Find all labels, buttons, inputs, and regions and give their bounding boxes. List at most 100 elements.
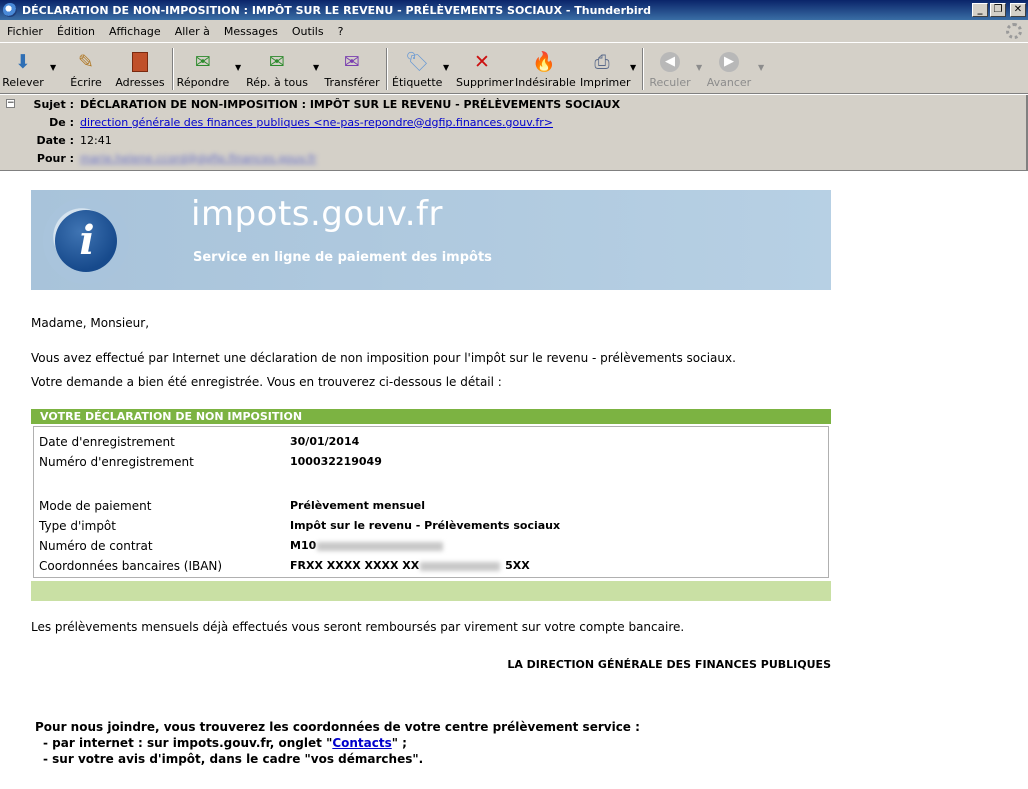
get-mail-button[interactable]: ⬇ Relever	[2, 43, 44, 93]
menu-aller[interactable]: Aller à	[168, 25, 217, 38]
declaration-footer-bar	[31, 581, 831, 601]
tag-label: Étiquette	[392, 76, 443, 89]
reply-icon: ✉	[195, 51, 211, 73]
from-row: De : direction générale des finances pub…	[0, 113, 553, 131]
maximize-button[interactable]: ❐	[990, 3, 1006, 17]
print-button[interactable]: ⎙ Imprimer	[580, 43, 631, 93]
address-book-label: Adresses	[115, 76, 165, 89]
write-label: Écrire	[70, 76, 102, 89]
impots-banner: i impots.gouv.fr Service en ligne de pai…	[31, 190, 831, 290]
to-label: Pour :	[36, 151, 74, 165]
flame-icon: 🔥	[532, 51, 556, 73]
subject-row: Sujet : DÉCLARATION DE NON-IMPOSITION : …	[0, 95, 621, 113]
logo-letter: i	[79, 217, 95, 264]
back-label: Reculer	[649, 76, 691, 89]
contact-internet-post: " ;	[391, 736, 407, 750]
date-enregistrement-value: 30/01/2014	[290, 435, 360, 448]
iban-redacted	[420, 561, 501, 571]
declaration-body: Date d'enregistrement 30/01/2014 Numéro …	[31, 424, 831, 581]
get-mail-icon: ⬇	[15, 51, 31, 73]
contact-intro: Pour nous joindre, vous trouverez les co…	[35, 720, 640, 734]
iban-suffix: 5XX	[505, 559, 530, 572]
forward-label: Transférer	[324, 76, 380, 89]
to-link[interactable]: marie.helene.ccord@dgfip.finances.gouv.f…	[80, 152, 317, 165]
subject-value: DÉCLARATION DE NON-IMPOSITION : IMPÔT SU…	[80, 97, 621, 111]
get-mail-dropdown-icon[interactable]: ▼	[50, 63, 56, 72]
toolbar-separator	[386, 48, 388, 90]
menu-fichier[interactable]: Fichier	[0, 25, 50, 38]
reply-all-button[interactable]: ✉ Rép. à tous	[246, 43, 308, 93]
throbber-icon	[1006, 23, 1022, 39]
back-button[interactable]: ◀ Reculer	[648, 43, 692, 93]
forward-button[interactable]: ✉ Transférer	[324, 43, 380, 93]
forward-nav-dropdown-icon[interactable]: ▼	[758, 63, 764, 72]
forward-nav-label: Avancer	[706, 76, 752, 89]
contact-internet: - par internet : sur impots.gouv.fr, ong…	[43, 736, 407, 750]
numero-enregistrement-label: Numéro d'enregistrement	[39, 455, 194, 469]
window-title: DÉCLARATION DE NON-IMPOSITION : IMPÔT SU…	[22, 3, 651, 17]
print-dropdown-icon[interactable]: ▼	[630, 63, 636, 72]
declaration-box: VOTRE DÉCLARATION DE NON IMPOSITION Date…	[31, 409, 831, 601]
date-row: Date : 12:41	[0, 131, 112, 149]
menu-messages[interactable]: Messages	[217, 25, 285, 38]
type-impot-value: Impôt sur le revenu - Prélèvements socia…	[290, 519, 561, 532]
contact-internet-pre: - par internet : sur impots.gouv.fr, ong…	[43, 736, 333, 750]
type-impot-label: Type d'impôt	[39, 519, 116, 533]
refund-text: Les prélèvements mensuels déjà effectués…	[31, 620, 685, 634]
contacts-link[interactable]: Contacts	[332, 736, 391, 750]
reply-dropdown-icon[interactable]: ▼	[235, 63, 241, 72]
back-dropdown-icon[interactable]: ▼	[696, 63, 702, 72]
date-label: Date :	[36, 133, 74, 147]
declaration-heading: VOTRE DÉCLARATION DE NON IMPOSITION	[31, 409, 831, 424]
delete-label: Supprimer	[456, 76, 514, 89]
tag-icon: 🏷	[404, 51, 430, 73]
reply-all-label: Rép. à tous	[246, 76, 308, 89]
menu-affichage[interactable]: Affichage	[102, 25, 168, 38]
address-book-button[interactable]: Adresses	[114, 43, 166, 93]
get-mail-label: Relever	[2, 76, 44, 89]
delete-button[interactable]: ✕ Supprimer	[456, 43, 514, 93]
banner-site-name: impots.gouv.fr	[191, 194, 443, 234]
toolbar: ⬇ Relever ▼ ✎ Écrire Adresses ✉ Répondre…	[0, 42, 1028, 94]
contact-avis: - sur votre avis d'impôt, dans le cadre …	[43, 752, 424, 766]
menu-outils[interactable]: Outils	[285, 25, 331, 38]
junk-label: Indésirable	[515, 76, 576, 89]
to-row: Pour : marie.helene.ccord@dgfip.finances…	[0, 149, 317, 167]
greeting: Madame, Monsieur,	[31, 316, 150, 330]
message-header-pane: − Sujet : DÉCLARATION DE NON-IMPOSITION …	[0, 95, 1026, 171]
window-title-bar: DÉCLARATION DE NON-IMPOSITION : IMPÔT SU…	[0, 0, 1028, 20]
menu-edition[interactable]: Édition	[50, 25, 102, 38]
mode-paiement-value: Prélèvement mensuel	[290, 499, 426, 512]
menu-help[interactable]: ?	[331, 25, 351, 38]
tag-button[interactable]: 🏷 Étiquette	[392, 43, 442, 93]
reply-button[interactable]: ✉ Répondre	[176, 43, 230, 93]
iban-prefix: FRXX XXXX XXXX XX	[290, 559, 420, 572]
iban-value: FRXX XXXX XXXX XX 5XX	[290, 556, 530, 576]
minimize-button[interactable]: _	[972, 3, 988, 17]
toolbar-separator	[642, 48, 644, 90]
intro-line-2: Votre demande a bien été enregistrée. Vo…	[31, 375, 502, 389]
write-button[interactable]: ✎ Écrire	[66, 43, 106, 93]
reply-all-dropdown-icon[interactable]: ▼	[313, 63, 319, 72]
numero-contrat-label: Numéro de contrat	[39, 539, 153, 553]
junk-button[interactable]: 🔥 Indésirable	[515, 43, 576, 93]
iban-label: Coordonnées bancaires (IBAN)	[39, 559, 223, 573]
tag-dropdown-icon[interactable]: ▼	[443, 63, 449, 72]
forward-arrow-icon: ▶	[717, 50, 741, 74]
print-label: Imprimer	[580, 76, 631, 89]
close-button[interactable]: ✕	[1010, 3, 1026, 17]
date-value: 12:41	[80, 133, 112, 147]
from-label: De :	[49, 115, 74, 129]
banner-tagline: Service en ligne de paiement des impôts	[193, 250, 492, 265]
forward-nav-button[interactable]: ▶ Avancer	[706, 43, 752, 93]
thunderbird-app-icon	[3, 3, 17, 17]
from-link[interactable]: direction générale des finances publique…	[80, 116, 553, 129]
delete-icon: ✕	[474, 51, 490, 73]
forward-icon: ✉	[344, 51, 360, 73]
menu-bar: Fichier Édition Affichage Aller à Messag…	[0, 20, 1028, 42]
contrat-prefix: M10	[290, 539, 317, 552]
pencil-icon: ✎	[78, 51, 94, 73]
printer-icon: ⎙	[594, 51, 610, 73]
reply-label: Répondre	[176, 76, 230, 89]
date-enregistrement-label: Date d'enregistrement	[39, 435, 175, 449]
